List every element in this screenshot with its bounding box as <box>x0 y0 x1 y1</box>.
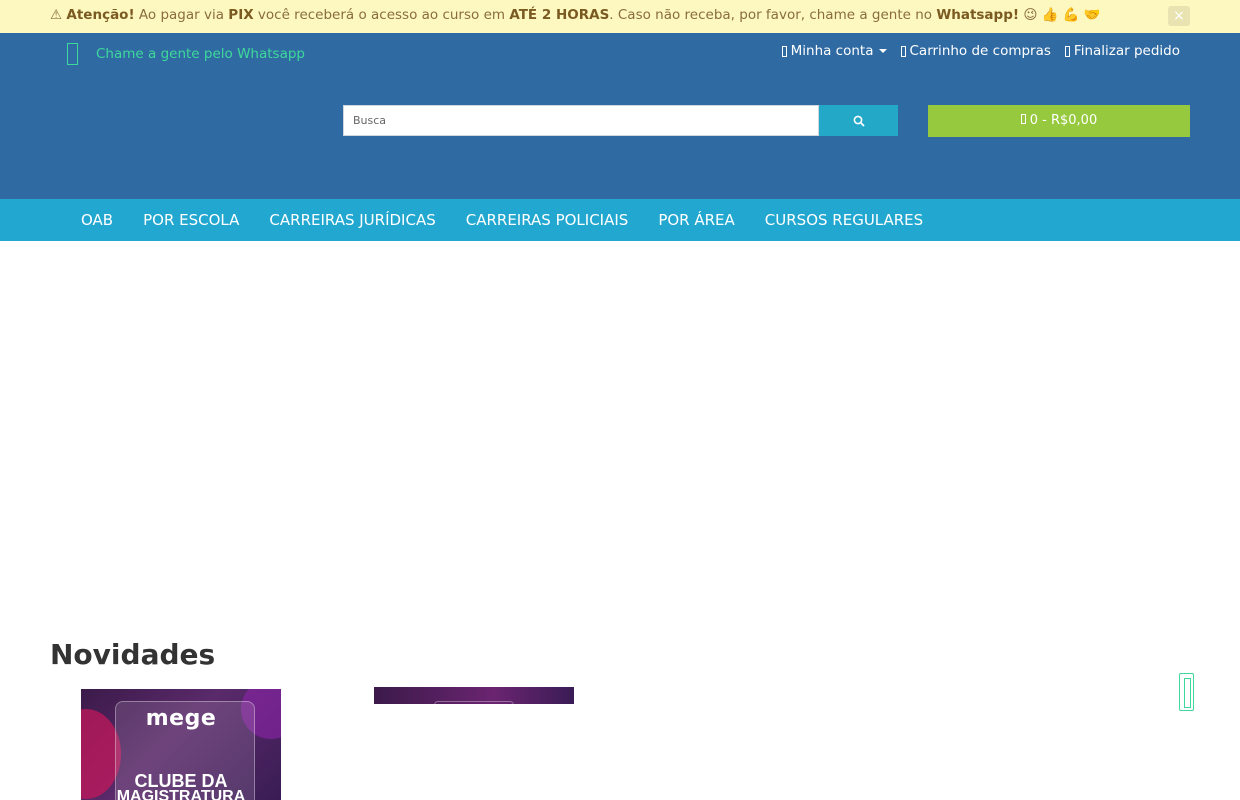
nav-item-cursos-regulares[interactable]: CURSOS REGULARES <box>750 199 938 241</box>
alert-emojis: 😉 👍 💪 🤝 <box>1019 7 1101 23</box>
product-title-line-2: MAGISTRATURA <box>116 788 246 800</box>
alert-pix: PIX <box>228 7 254 23</box>
product-card-image[interactable] <box>374 687 574 704</box>
share-icon <box>1064 45 1070 57</box>
alert-text-1: Ao pagar via <box>134 7 229 23</box>
nav-item-por-escola[interactable]: POR ESCOLA <box>128 199 254 241</box>
alert-text-3: . Caso não receba, por favor, chame a ge… <box>609 7 937 23</box>
alert-whatsapp: Whatsapp! <box>936 7 1020 23</box>
search-button[interactable] <box>819 105 898 136</box>
top-nav: Minha conta Carrinho de compras Finaliza… <box>781 43 1180 59</box>
pix-alert-bar: ⚠ Atenção! Ao pagar via PIX você receber… <box>0 0 1240 33</box>
carousel-next-icon[interactable] <box>1179 673 1194 711</box>
nav-item-carreiras-policiais[interactable]: CARREIRAS POLICIAIS <box>451 199 644 241</box>
main-nav: OAB POR ESCOLA CARREIRAS JURÍDICAS CARRE… <box>0 199 1240 241</box>
shopping-cart-label: Carrinho de compras <box>909 43 1051 59</box>
nav-item-oab[interactable]: OAB <box>66 199 128 241</box>
search-input[interactable] <box>343 105 819 136</box>
search-icon <box>853 115 865 127</box>
site-header: Chame a gente pelo Whatsapp Minha conta … <box>0 33 1240 199</box>
shopping-cart-link[interactable]: Carrinho de compras <box>900 43 1051 59</box>
whatsapp-link[interactable]: Chame a gente pelo Whatsapp <box>67 43 305 65</box>
cart-summary-button[interactable]: 0 - R$0,00 <box>928 105 1190 137</box>
cart-summary-label: 0 - R$0,00 <box>1029 113 1098 128</box>
nav-item-carreiras-juridicas[interactable]: CARREIRAS JURÍDICAS <box>254 199 450 241</box>
caret-down-icon <box>878 49 887 53</box>
cart-icon <box>1020 114 1026 124</box>
nav-item-por-area[interactable]: POR ÁREA <box>643 199 749 241</box>
whatsapp-icon <box>67 43 78 65</box>
warning-icon: ⚠ <box>50 7 63 23</box>
cart-icon <box>900 45 906 57</box>
mege-logo: mege <box>145 706 217 731</box>
whatsapp-link-label: Chame a gente pelo Whatsapp <box>96 46 305 62</box>
decor-card <box>434 701 514 704</box>
product-card-image[interactable]: mege CLUBE DA MAGISTRATURA <box>81 689 281 800</box>
checkout-link[interactable]: Finalizar pedido <box>1064 43 1180 59</box>
my-account-label: Minha conta <box>790 43 874 59</box>
close-alert-button[interactable]: × <box>1168 6 1190 26</box>
section-title-novidades: Novidades <box>50 638 216 671</box>
checkout-label: Finalizar pedido <box>1073 43 1180 59</box>
my-account-dropdown[interactable]: Minha conta <box>781 43 887 59</box>
user-icon <box>781 45 787 57</box>
alert-text-2: você receberá o acesso ao curso em <box>253 7 510 23</box>
alert-attention: Atenção! <box>66 7 135 23</box>
alert-hours: ATÉ 2 HORAS <box>509 7 610 23</box>
